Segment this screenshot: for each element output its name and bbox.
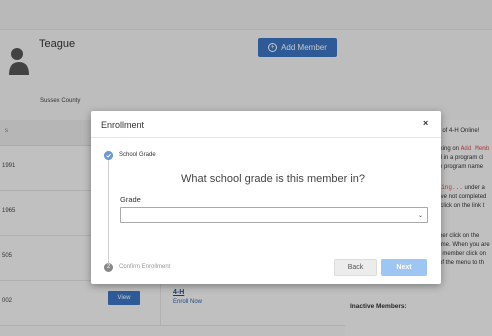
step-1-indicator bbox=[104, 151, 113, 160]
stepper-line bbox=[108, 153, 109, 263]
step-2-indicator: 2 bbox=[104, 263, 113, 272]
next-button[interactable]: Next bbox=[381, 259, 427, 276]
step-active-icon bbox=[104, 151, 113, 160]
step-1-label: School Grade bbox=[119, 152, 156, 158]
chevron-down-icon: ⌄ bbox=[417, 213, 423, 219]
close-icon[interactable]: × bbox=[423, 118, 428, 128]
step-2-label: Confirm Enrollment bbox=[119, 264, 171, 270]
grade-question: What school grade is this member in? bbox=[181, 173, 366, 185]
grade-select[interactable]: ⌄ bbox=[120, 207, 428, 223]
grade-label: Grade bbox=[120, 195, 141, 204]
back-button[interactable]: Back bbox=[334, 259, 377, 276]
modal-title: Enrollment bbox=[101, 120, 145, 130]
modal-header: Enrollment × bbox=[91, 111, 441, 138]
